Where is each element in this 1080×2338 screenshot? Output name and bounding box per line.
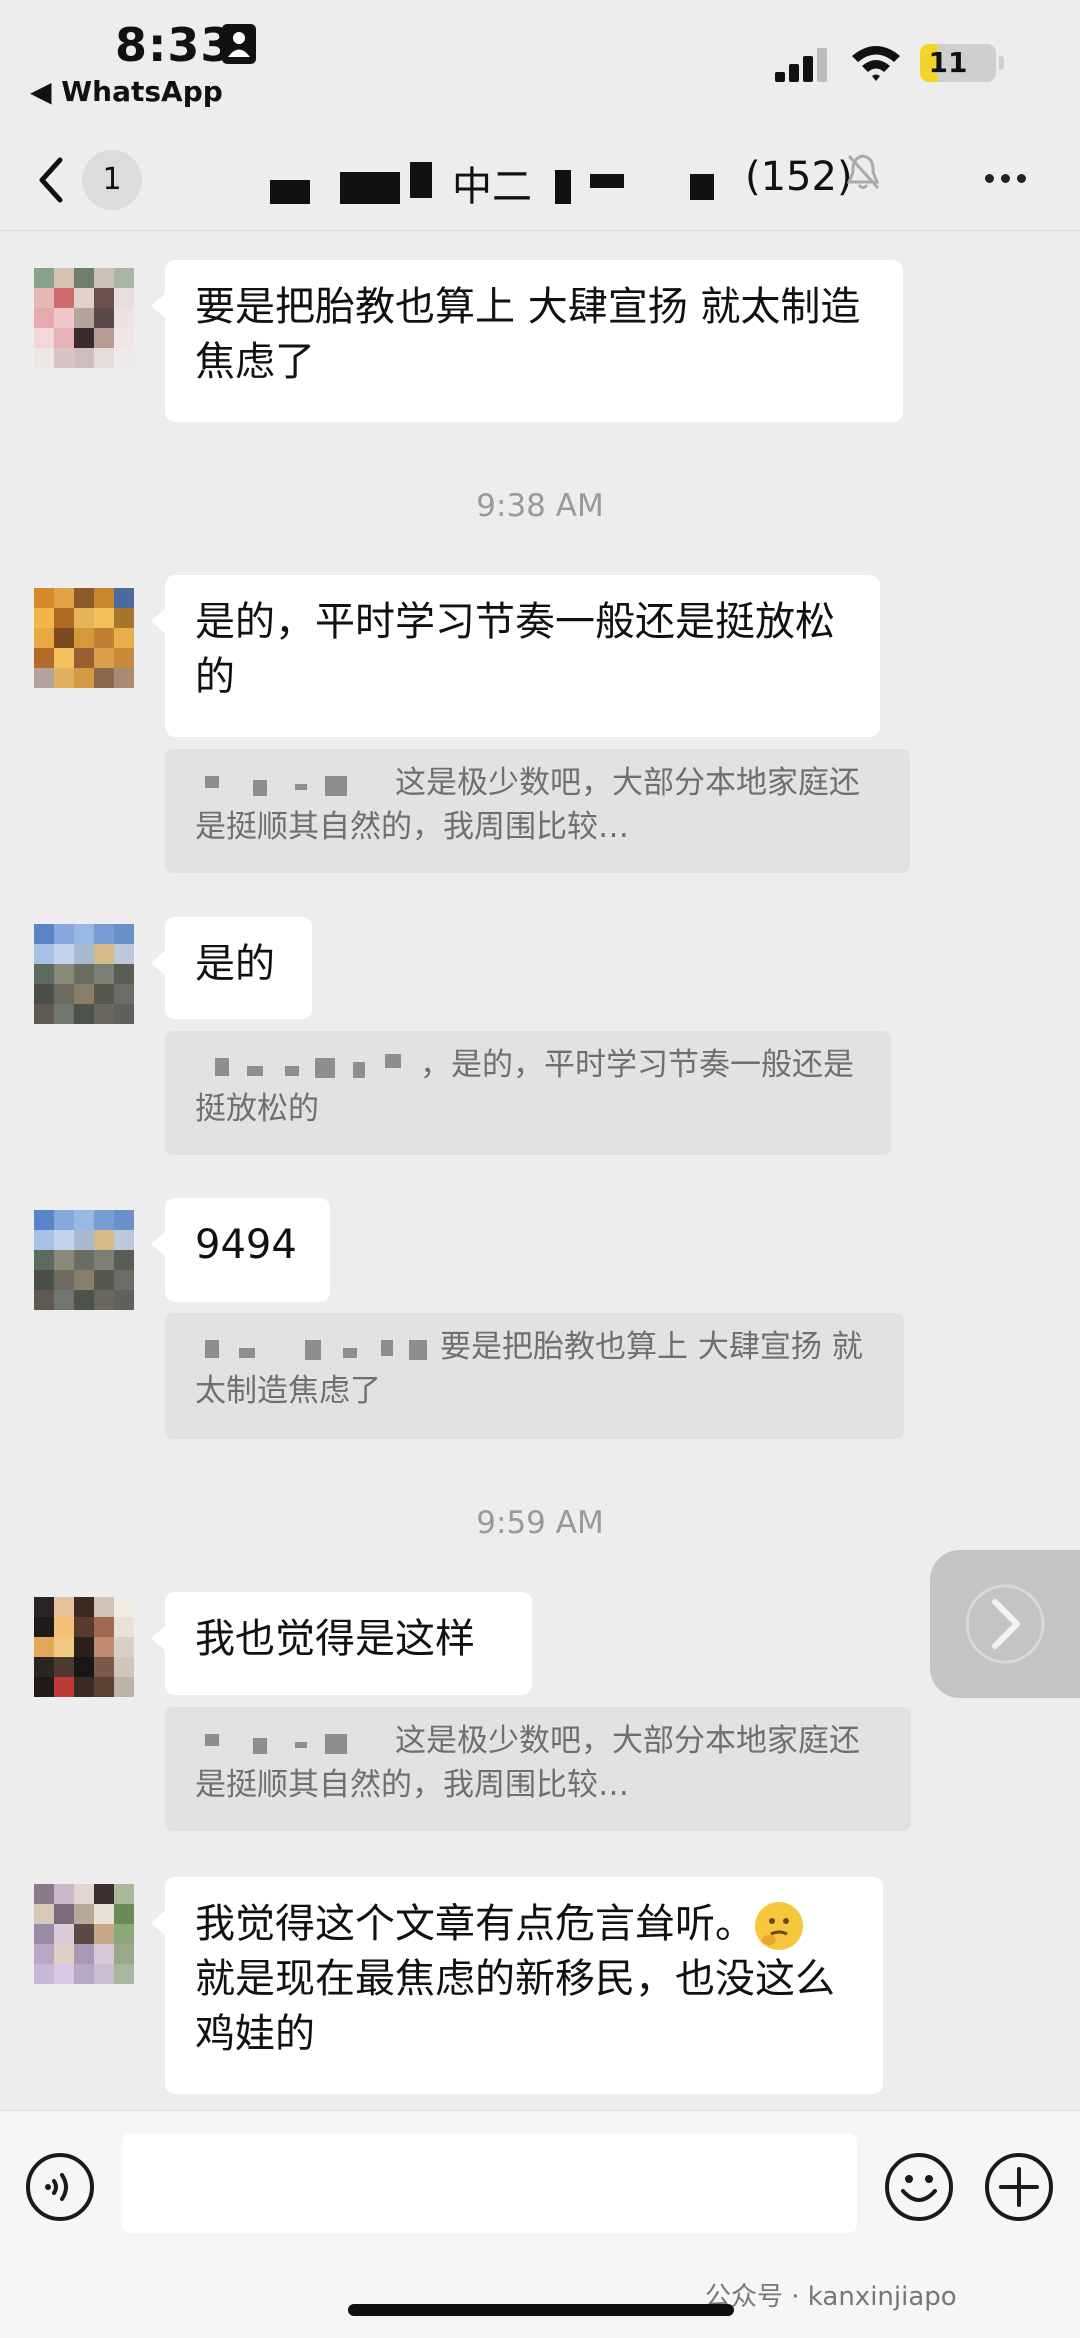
avatar[interactable] [34,1884,134,1984]
avatar[interactable] [34,1597,134,1697]
chevron-right-icon [965,1584,1045,1664]
timestamp: 9:38 AM [476,488,604,524]
message-text: 是的 [195,941,275,987]
redacted-title-block [270,180,310,204]
message-bubble[interactable]: 是的，平时学习节奏一般还是挺放松的 [151,575,880,737]
message-input-bar: 公众号 · kanxinjiapo [0,2110,1080,2338]
quoted-message[interactable]: 要是把胎教也算上 大肆宣扬 就太制造焦虑了 [165,1313,904,1439]
wifi-icon [852,46,900,81]
redacted-title-block [340,172,400,204]
redacted-sender-name [195,770,395,800]
home-indicator[interactable] [348,2304,734,2316]
message-text: 我也觉得是这样 [195,1616,475,1662]
message-text: 要是把胎教也算上 大肆宣扬 就太制造焦虑了 [195,284,861,385]
message-bubble[interactable]: 我也觉得是这样 [151,1592,532,1695]
redacted-sender-name [195,1334,440,1364]
message-bubble[interactable]: 9494 [151,1198,330,1302]
chat-title[interactable]: 中二 (152) [260,148,880,212]
person-id-icon [222,24,256,64]
redacted-title-block [690,174,714,200]
message-text: 我觉得这个文章有点危言耸听。 [195,1901,755,1947]
emoji-icon[interactable] [883,2151,955,2223]
avatar[interactable] [34,924,134,1024]
message-text: 是的，平时学习节奏一般还是挺放松的 [195,599,835,700]
back-to-app-link[interactable]: ◀ WhatsApp [30,75,223,108]
redacted-sender-name [195,1052,420,1082]
status-bar: 8:33 ◀ WhatsApp 11 [0,0,1080,130]
voice-icon[interactable] [24,2151,96,2223]
quoted-message[interactable]: ，是的，平时学习节奏一般还是挺放松的 [165,1031,891,1155]
signal-icon [775,48,827,82]
message-input[interactable] [122,2133,857,2233]
back-chevron-icon[interactable] [32,150,72,210]
thinking-emoji-icon [755,1902,803,1950]
watermark: 公众号 · kanxinjiapo [705,2282,957,2312]
message-text: 就是现在最焦虑的新移民，也没这么鸡娃的 [195,1956,835,2057]
quoted-message[interactable]: 这是极少数吧，大部分本地家庭还是挺顺其自然的，我周围比较… [165,1707,911,1831]
timestamp: 9:59 AM [476,1505,604,1541]
more-icon[interactable] [985,168,1033,187]
battery-level: 11 [928,46,968,79]
redacted-sender-name [195,1728,395,1758]
plus-icon[interactable] [983,2151,1055,2223]
message-bubble[interactable]: 要是把胎教也算上 大肆宣扬 就太制造焦虑了 [151,260,903,422]
message-bubble[interactable]: 我觉得这个文章有点危言耸听。 就是现在最焦虑的新移民，也没这么鸡娃的 [151,1877,883,2094]
avatar[interactable] [34,588,134,688]
redacted-title-block [410,162,432,198]
message-text: 9494 [195,1222,297,1268]
message-bubble[interactable]: 是的 [151,917,312,1019]
chat-title-text: 中二 [452,164,532,210]
jump-to-latest-button[interactable] [930,1550,1080,1698]
quoted-message[interactable]: 这是极少数吧，大部分本地家庭还是挺顺其自然的，我周围比较… [165,749,910,873]
mute-bell-icon [846,154,880,190]
avatar[interactable] [34,1210,134,1310]
redacted-title-block [555,170,571,204]
battery-icon: 11 [920,44,1004,82]
chat-header: 1 中二 (152) [0,130,1080,231]
avatar[interactable] [34,268,134,368]
unread-count-badge[interactable]: 1 [82,150,142,210]
redacted-title-block [590,174,624,188]
member-count: (152) [745,154,853,200]
status-time: 8:33 [115,18,234,72]
